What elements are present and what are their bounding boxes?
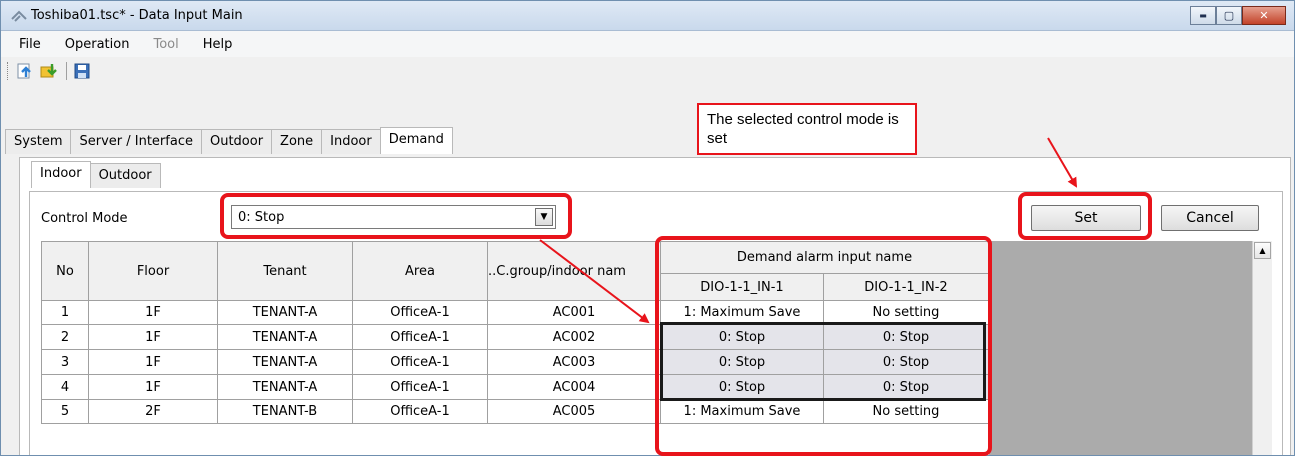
cell-no[interactable]: 4: [41, 374, 89, 400]
scroll-up-icon[interactable]: ▲: [1254, 242, 1271, 259]
save-icon: [74, 63, 90, 79]
cell-group[interactable]: AC004: [487, 374, 661, 400]
tab-system[interactable]: System: [5, 129, 72, 154]
cell-area[interactable]: OfficeA-1: [352, 300, 488, 325]
title-bar[interactable]: Toshiba01.tsc* - Data Input Main ▬ ▢ ✕: [1, 1, 1294, 31]
app-icon: [11, 10, 27, 22]
cancel-button[interactable]: Cancel: [1161, 205, 1259, 231]
cell-area[interactable]: OfficeA-1: [352, 349, 488, 375]
window-title: Toshiba01.tsc* - Data Input Main: [31, 8, 243, 23]
cell-tenant[interactable]: TENANT-B: [217, 399, 353, 424]
maximize-button[interactable]: ▢: [1216, 6, 1242, 25]
control-mode-label: Control Mode: [41, 211, 128, 226]
cell-floor[interactable]: 1F: [88, 300, 218, 325]
cell-in-1[interactable]: 0: Stop: [660, 349, 824, 375]
download-icon: [40, 64, 57, 78]
header-no[interactable]: No: [41, 241, 89, 301]
header-group[interactable]: ..C.group/indoor nam: [487, 241, 661, 301]
maximize-icon: ▢: [1223, 9, 1235, 22]
close-icon: ✕: [1259, 9, 1269, 22]
cell-in-2[interactable]: 0: Stop: [823, 324, 989, 350]
control-mode-value: 0: Stop: [238, 210, 285, 225]
menu-tool: Tool: [153, 36, 179, 52]
cell-area[interactable]: OfficeA-1: [352, 374, 488, 400]
cell-no[interactable]: 3: [41, 349, 89, 375]
menu-file[interactable]: File: [7, 37, 53, 52]
cell-in-1[interactable]: 1: Maximum Save: [660, 399, 824, 424]
header-area[interactable]: Area: [352, 241, 488, 301]
cell-floor[interactable]: 1F: [88, 374, 218, 400]
set-button[interactable]: Set: [1031, 205, 1141, 231]
tab-outdoor[interactable]: Outdoor: [200, 129, 273, 154]
control-mode-dropdown[interactable]: 0: Stop ▼: [231, 205, 556, 229]
main-tab-strip: System Server / Interface Outdoor Zone I…: [5, 127, 453, 154]
cell-group[interactable]: AC001: [487, 300, 661, 325]
sub-tab-strip: Indoor Outdoor: [31, 161, 161, 188]
tab-demand[interactable]: Demand: [379, 127, 453, 154]
tab-server-interface[interactable]: Server / Interface: [70, 129, 202, 154]
cell-group[interactable]: AC002: [487, 324, 661, 350]
cell-tenant[interactable]: TENANT-A: [217, 324, 353, 350]
header-demand-alarm-input-name[interactable]: Demand alarm input name: [660, 241, 989, 274]
table-row[interactable]: 2 1F TENANT-A OfficeA-1 AC002 0: Stop 0:…: [41, 324, 989, 350]
table-row[interactable]: 5 2F TENANT-B OfficeA-1 AC005 1: Maximum…: [41, 399, 989, 424]
cell-area[interactable]: OfficeA-1: [352, 399, 488, 424]
cell-no[interactable]: 1: [41, 300, 89, 325]
cell-no[interactable]: 2: [41, 324, 89, 350]
annotation-callout: The selected control mode is set: [697, 103, 917, 155]
table-row[interactable]: 3 1F TENANT-A OfficeA-1 AC003 0: Stop 0:…: [41, 349, 989, 375]
cell-in-2[interactable]: 0: Stop: [823, 374, 989, 400]
cell-in-1[interactable]: 0: Stop: [660, 324, 824, 350]
menu-help[interactable]: Help: [191, 37, 245, 52]
cell-area[interactable]: OfficeA-1: [352, 324, 488, 350]
cell-floor[interactable]: 1F: [88, 349, 218, 375]
minimize-icon: ▬: [1199, 11, 1207, 20]
minimize-button[interactable]: ▬: [1190, 6, 1216, 25]
toolbar-grip[interactable]: [7, 62, 10, 80]
header-tenant[interactable]: Tenant: [217, 241, 353, 301]
subtab-outdoor[interactable]: Outdoor: [89, 163, 161, 188]
table-row[interactable]: 1 1F TENANT-A OfficeA-1 AC001 1: Maximum…: [41, 300, 989, 325]
cell-floor[interactable]: 1F: [88, 324, 218, 350]
cell-in-1[interactable]: 0: Stop: [660, 374, 824, 400]
toolbar-separator: [66, 62, 67, 80]
cell-no[interactable]: 5: [41, 399, 89, 424]
download-button[interactable]: [38, 60, 60, 82]
save-button[interactable]: [71, 60, 93, 82]
header-floor[interactable]: Floor: [88, 241, 218, 301]
cell-in-2[interactable]: No setting: [823, 399, 989, 424]
data-input-main-window: Toshiba01.tsc* - Data Input Main ▬ ▢ ✕ F…: [0, 0, 1295, 456]
tab-indoor[interactable]: Indoor: [321, 129, 381, 154]
cell-in-2[interactable]: 0: Stop: [823, 349, 989, 375]
tab-zone[interactable]: Zone: [271, 129, 323, 154]
cell-in-2[interactable]: No setting: [823, 300, 989, 325]
subtab-indoor[interactable]: Indoor: [31, 161, 91, 188]
upload-icon: [17, 63, 31, 79]
toolbar: [1, 57, 1294, 85]
menu-bar: File Operation Tool Help: [1, 31, 1294, 57]
chevron-down-icon[interactable]: ▼: [535, 208, 553, 226]
vertical-scrollbar[interactable]: ▲: [1252, 241, 1272, 455]
menu-operation[interactable]: Operation: [53, 37, 142, 52]
table-row[interactable]: 4 1F TENANT-A OfficeA-1 AC004 0: Stop 0:…: [41, 374, 989, 400]
cell-in-1[interactable]: 1: Maximum Save: [660, 300, 824, 325]
cell-group[interactable]: AC005: [487, 399, 661, 424]
cell-floor[interactable]: 2F: [88, 399, 218, 424]
cell-tenant[interactable]: TENANT-A: [217, 300, 353, 325]
upload-button[interactable]: [14, 60, 36, 82]
close-button[interactable]: ✕: [1242, 6, 1286, 25]
header-in-2[interactable]: DIO-1-1_IN-2: [823, 273, 989, 301]
header-in-1[interactable]: DIO-1-1_IN-1: [660, 273, 824, 301]
cell-tenant[interactable]: TENANT-A: [217, 349, 353, 375]
demand-table: No Floor Tenant Area ..C.group/indoor na…: [41, 241, 989, 424]
cell-group[interactable]: AC003: [487, 349, 661, 375]
cell-tenant[interactable]: TENANT-A: [217, 374, 353, 400]
grid-empty-area: [989, 241, 1272, 455]
